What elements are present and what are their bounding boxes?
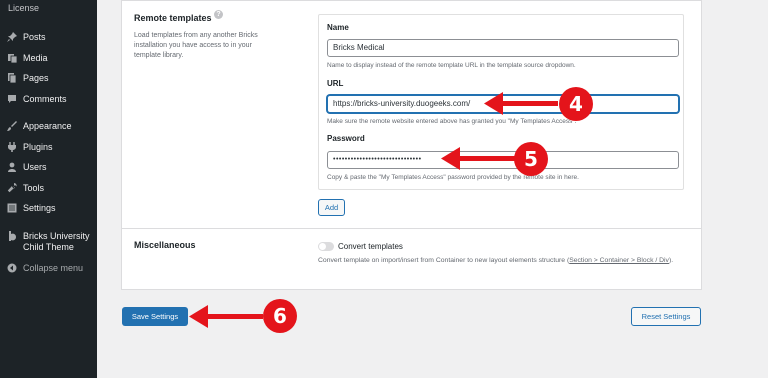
admin-sidebar: License Posts Media Pages Comments Appea… [0,0,97,378]
save-settings-button[interactable]: Save Settings [122,307,188,326]
description-line: template library. [134,52,184,59]
pin-icon [7,32,17,42]
url-help-text: Make sure the remote website entered abo… [327,118,577,125]
sidebar-item-label: Comments [23,93,67,104]
sidebar-item-pages[interactable]: Pages [0,68,97,88]
sidebar-item-label: Plugins [23,141,53,152]
sidebar-item-label: Appearance [23,120,72,131]
toggle-knob [319,243,326,250]
url-input[interactable]: https://bricks-university.duogeeks.com/ [327,95,679,113]
arrow-6-shaft [205,314,263,319]
media-icon [7,53,17,63]
password-label: Password [327,134,365,143]
theme-name-line1: Bricks University [23,231,90,241]
settings-panel: Remote templates ? Load templates from a… [121,0,702,290]
sidebar-item-license[interactable]: License [0,0,97,16]
step-4-badge: 4 [559,87,593,121]
reset-settings-button[interactable]: Reset Settings [631,307,701,326]
sidebar-item-users[interactable]: Users [0,157,97,177]
sidebar-item-label: Collapse menu [23,262,84,273]
name-label: Name [327,23,349,32]
convert-templates-label: Convert templates [338,242,403,251]
convert-templates-description: Convert template on import/insert from C… [318,256,713,266]
sidebar-item-plugins[interactable]: Plugins [0,137,97,157]
sidebar-item-label: Bricks University Child Theme [23,231,90,253]
description-text: Convert template on import/insert from C… [318,257,570,264]
help-icon[interactable]: ? [214,10,223,19]
collapse-menu-button[interactable]: Collapse menu [0,258,97,278]
row-divider [122,0,701,1]
sidebar-item-label: Settings [23,202,56,213]
row-divider [122,228,701,229]
wrench-icon [7,183,17,193]
sidebar-item-posts[interactable]: Posts [0,27,97,47]
description-line: installation you have access to in your [134,42,252,49]
step-5-badge: 5 [514,142,548,176]
sidebar-item-label: Users [23,161,47,172]
sidebar-item-label: Posts [23,31,46,42]
arrow-6-head [189,305,208,328]
password-help-text: Copy & paste the "My Templates Access" p… [327,174,579,181]
sidebar-item-appearance[interactable]: Appearance [0,116,97,136]
add-button[interactable]: Add [318,199,345,216]
name-input[interactable]: Bricks Medical [327,39,679,57]
sidebar-item-label: Media [23,52,48,63]
structure-link[interactable]: Section > Container > Block / Div [569,257,669,264]
miscellaneous-title: Miscellaneous [134,240,196,250]
remote-templates-title: Remote templates [134,13,212,23]
name-help-text: Name to display instead of the remote te… [327,62,576,69]
url-label: URL [327,79,344,88]
sidebar-item-media[interactable]: Media [0,48,97,68]
password-input[interactable]: •••••••••••••••••••••••••••••• [327,151,679,169]
brush-icon [7,121,17,131]
bricks-icon [7,231,17,241]
comments-icon [7,94,17,104]
users-icon [7,162,17,172]
remote-template-form: Name Bricks Medical Name to display inst… [318,14,684,190]
sidebar-item-label: Pages [23,72,49,83]
settings-icon [7,203,17,213]
sidebar-item-tools[interactable]: Tools [0,178,97,198]
sidebar-item-label: License [8,2,40,13]
plugin-icon [7,142,17,152]
remote-templates-description: Load templates from any another Bricks i… [134,31,304,61]
theme-name-line2: Child Theme [23,242,74,252]
collapse-icon [7,263,17,273]
step-6-badge: 6 [263,299,297,333]
description-text: ). [668,257,674,264]
description-line: Load templates from any another Bricks [134,32,258,39]
convert-templates-toggle[interactable] [318,242,334,251]
sidebar-item-comments[interactable]: Comments [0,89,97,109]
pages-icon [7,73,17,83]
sidebar-item-theme[interactable]: Bricks University Child Theme [0,229,97,255]
sidebar-item-settings[interactable]: Settings [0,198,97,218]
sidebar-item-label: Tools [23,182,45,193]
